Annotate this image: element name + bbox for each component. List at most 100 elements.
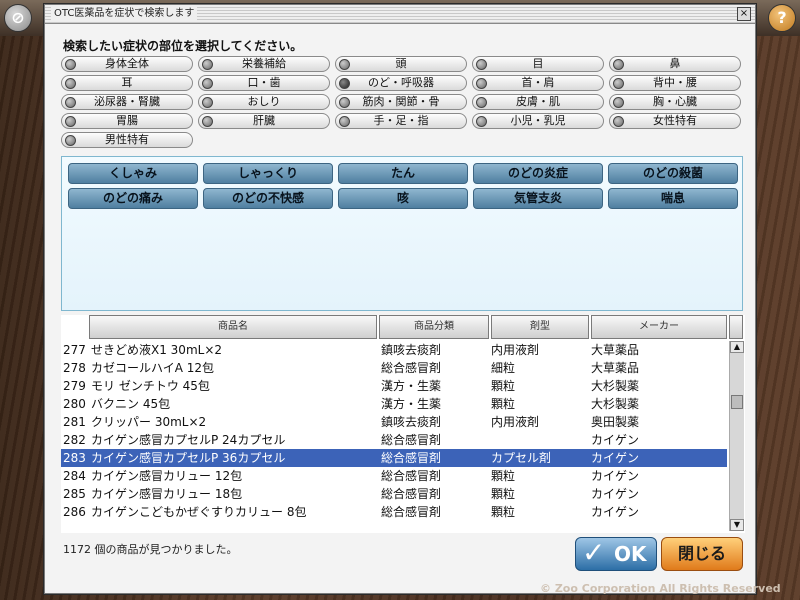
cell-name: カイゲン感冒カプセルP 24カプセル	[91, 433, 286, 447]
body-part-label: 鼻	[669, 57, 681, 70]
product-table: 商品名 商品分類 剤型 メーカー 277 せきどめ液X1 30mL×2 鎮咳去痰剤内…	[61, 315, 745, 533]
body-part-label: 口・歯	[247, 76, 281, 89]
body-part-button[interactable]: 小児・乳児	[472, 113, 604, 129]
body-part-button[interactable]: 目	[472, 56, 604, 72]
cell-category: 総合感冒剤	[381, 487, 442, 501]
symptom-button[interactable]: 気管支炎	[473, 188, 603, 209]
body-part-button[interactable]: 女性特有	[609, 113, 741, 129]
body-part-button[interactable]: おしり	[198, 94, 330, 110]
radio-dot-icon	[613, 78, 624, 89]
table-row[interactable]: 286 カイゲンこどもかぜぐすりカリュー 8包 総合感冒剤 顆粒 カイゲン	[61, 503, 727, 521]
cell-form: カプセル剤	[491, 451, 552, 465]
cell-maker: カイゲン	[591, 451, 640, 465]
cell-category: 総合感冒剤	[381, 505, 442, 519]
radio-dot-icon	[476, 78, 487, 89]
result-count: 1172 個の商品が見つかりました。	[63, 543, 238, 556]
radio-dot-icon	[613, 59, 624, 70]
symptom-button[interactable]: 喘息	[608, 188, 738, 209]
body-part-button[interactable]: 皮膚・肌	[472, 94, 604, 110]
cell-no: 284	[63, 469, 86, 483]
help-icon[interactable]: ?	[768, 4, 796, 32]
radio-dot-icon	[613, 97, 624, 108]
symptom-button[interactable]: くしゃみ	[68, 163, 198, 184]
column-header-end	[729, 315, 743, 339]
cell-maker: 大草薬品	[591, 343, 640, 357]
back-icon[interactable]: ⊘	[4, 4, 32, 32]
body-part-button[interactable]: 頭	[335, 56, 467, 72]
radio-dot-icon	[65, 116, 76, 127]
body-part-button[interactable]: 身体全体	[61, 56, 193, 72]
cell-no: 283	[63, 451, 86, 465]
cell-no: 279	[63, 379, 86, 393]
ok-button[interactable]: ✓ OK	[575, 537, 657, 571]
scroll-down-icon[interactable]: ▼	[730, 519, 744, 531]
body-part-label: 目	[532, 57, 544, 70]
symptom-button[interactable]: しゃっくり	[203, 163, 333, 184]
column-header-name[interactable]: 商品名	[89, 315, 377, 339]
radio-dot-icon	[613, 116, 624, 127]
table-row[interactable]: 285 カイゲン感冒カリュー 18包 総合感冒剤 顆粒 カイゲン	[61, 485, 727, 503]
body-part-button[interactable]: 鼻	[609, 56, 741, 72]
table-row[interactable]: 283 カイゲン感冒カプセルP 36カプセル 総合感冒剤 カプセル剤 カイゲン	[61, 449, 727, 467]
column-header-category[interactable]: 商品分類	[379, 315, 489, 339]
symptom-button[interactable]: のどの痛み	[68, 188, 198, 209]
radio-dot-icon	[65, 135, 76, 146]
vertical-scrollbar[interactable]: ▲ ▼	[729, 341, 744, 531]
body-part-button[interactable]: 胸・心臓	[609, 94, 741, 110]
cell-category: 総合感冒剤	[381, 451, 442, 465]
body-part-label: のど・呼吸器	[368, 76, 434, 89]
scroll-thumb[interactable]	[731, 395, 743, 409]
radio-dot-icon	[202, 59, 213, 70]
body-part-button[interactable]: 首・肩	[472, 75, 604, 91]
symptom-button[interactable]: たん	[338, 163, 468, 184]
body-part-button[interactable]: 栄養補給	[198, 56, 330, 72]
body-part-label: 頭	[395, 57, 407, 70]
scroll-up-icon[interactable]: ▲	[730, 341, 744, 353]
radio-dot-icon	[202, 97, 213, 108]
cell-category: 総合感冒剤	[381, 433, 442, 447]
body-part-button[interactable]: 男性特有	[61, 132, 193, 148]
cell-no: 285	[63, 487, 86, 501]
dialog-titlebar: OTC医薬品を症状で検索します ×	[45, 5, 755, 24]
body-part-button[interactable]: 肝臓	[198, 113, 330, 129]
body-part-label: 男性特有	[105, 133, 149, 146]
cell-name: せきどめ液X1 30mL×2	[91, 343, 223, 357]
body-part-button[interactable]: 背中・腰	[609, 75, 741, 91]
table-row[interactable]: 281 クリッパー 30mL×2 鎮咳去痰剤 内用液剤 奥田製薬	[61, 413, 727, 431]
cell-name: カイゲン感冒カリュー 18包	[91, 487, 243, 501]
radio-dot-icon	[202, 116, 213, 127]
cell-form: 顆粒	[491, 469, 516, 483]
cell-name: カゼコールハイA 12包	[91, 361, 215, 375]
body-part-button[interactable]: 筋肉・関節・骨	[335, 94, 467, 110]
body-part-label: 手・足・指	[373, 114, 429, 127]
body-part-button[interactable]: 手・足・指	[335, 113, 467, 129]
table-row[interactable]: 282 カイゲン感冒カプセルP 24カプセル 総合感冒剤 カイゲン	[61, 431, 727, 449]
body-part-button[interactable]: のど・呼吸器	[335, 75, 467, 91]
cell-name: カイゲン感冒カプセルP 36カプセル	[91, 451, 286, 465]
cell-maker: 大杉製薬	[591, 397, 640, 411]
table-row[interactable]: 278 カゼコールハイA 12包 総合感冒剤 細粒 大草薬品	[61, 359, 727, 377]
column-header-form[interactable]: 剤型	[491, 315, 589, 339]
body-part-button[interactable]: 口・歯	[198, 75, 330, 91]
cell-name: カイゲン感冒カリュー 12包	[91, 469, 243, 483]
table-body: 277 せきどめ液X1 30mL×2 鎮咳去痰剤 内用液剤 大草薬品 278 カゼコールハイ…	[61, 341, 727, 531]
radio-dot-icon	[65, 78, 76, 89]
cell-maker: カイゲン	[591, 505, 640, 519]
symptom-button[interactable]: のどの不快感	[203, 188, 333, 209]
cell-form: 顆粒	[491, 487, 516, 501]
cell-category: 鎮咳去痰剤	[381, 343, 442, 357]
close-icon[interactable]: ×	[737, 7, 751, 21]
body-part-button[interactable]: 胃腸	[61, 113, 193, 129]
body-part-button[interactable]: 泌尿器・腎臓	[61, 94, 193, 110]
table-row[interactable]: 284 カイゲン感冒カリュー 12包 総合感冒剤 顆粒 カイゲン	[61, 467, 727, 485]
table-row[interactable]: 280 バクニン 45包 漢方・生薬 顆粒 大杉製薬	[61, 395, 727, 413]
column-header-maker[interactable]: メーカー	[591, 315, 727, 339]
close-button[interactable]: 閉じる	[661, 537, 743, 571]
table-row[interactable]: 279 モリ ゼンチトウ 45包 漢方・生薬 顆粒 大杉製薬	[61, 377, 727, 395]
symptom-button[interactable]: のどの殺菌	[608, 163, 738, 184]
symptom-button[interactable]: のどの炎症	[473, 163, 603, 184]
table-row[interactable]: 277 せきどめ液X1 30mL×2 鎮咳去痰剤 内用液剤 大草薬品	[61, 341, 727, 359]
symptom-button[interactable]: 咳	[338, 188, 468, 209]
body-part-button[interactable]: 耳	[61, 75, 193, 91]
symptom-list: くしゃみ しゃっくり たん のどの炎症 のどの殺菌のどの痛み のどの不快感咳気管支炎 喘息	[61, 156, 743, 311]
